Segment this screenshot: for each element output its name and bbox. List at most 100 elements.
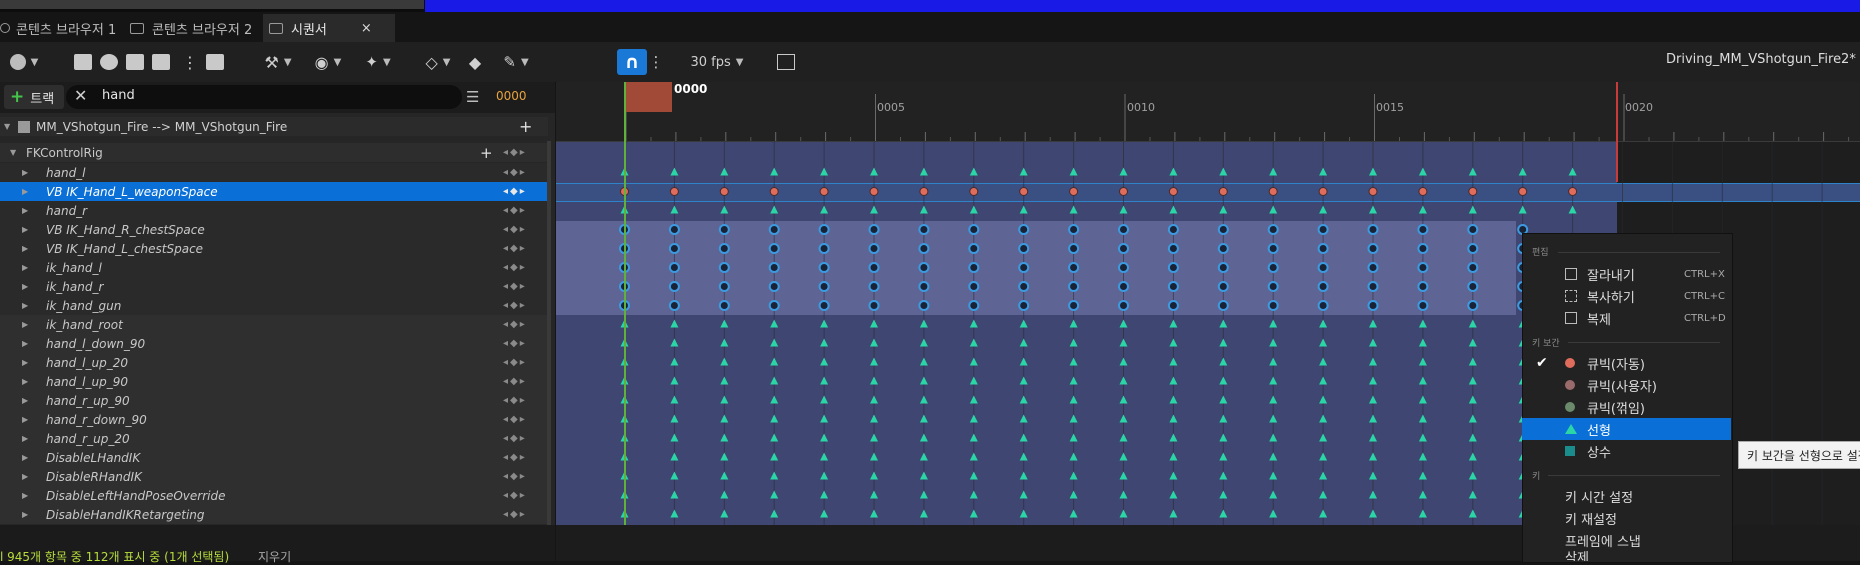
fps-dropdown[interactable]: 30 fps ▼ [686,51,748,73]
menu-item-cubic-break[interactable]: 큐빅(꺾임) [1522,396,1731,418]
menu-item-constant[interactable]: 상수 [1522,440,1731,462]
key-nav-controls[interactable]: ◂◆▸ [503,205,527,216]
outliner-scrollbar[interactable] [547,141,551,525]
track-row[interactable]: ▶ DisableRHandIK ◂◆▸ [0,467,548,486]
expand-arrow-icon[interactable]: ▶ [22,510,32,519]
control-rig-row[interactable]: ▼ FKControlRig + ◂◆▸ [0,143,548,162]
hierarchy-button[interactable] [206,51,224,73]
expand-arrow-icon[interactable]: ▼ [4,122,14,131]
key-nav-controls[interactable]: ◂◆▸ [503,224,527,235]
current-frame[interactable]: 0000 [496,89,527,103]
key-nav-controls[interactable]: ◂◆▸ [503,452,527,463]
tab-content-browser-2[interactable]: 콘텐츠 브라우저 2 [130,14,260,42]
track-row[interactable]: ▶ hand_r_up_90 ◂◆▸ [0,391,548,410]
playback-end-marker[interactable] [1616,82,1618,182]
expand-arrow-icon[interactable]: ▶ [22,282,32,291]
key-nav-controls[interactable]: ◂◆▸ [503,281,527,292]
snap-toggle-button[interactable]: ∩ [617,49,647,75]
track-row[interactable]: ▶ hand_l_down_90 ◂◆▸ [0,334,548,353]
menu-item-duplicate[interactable]: 복제 CTRL+D [1522,307,1731,329]
key-nav-controls[interactable]: ◂◆▸ [503,357,527,368]
menu-item-snap-to-frames[interactable]: 프레임에 스냅 [1522,529,1731,551]
world-settings-button[interactable]: ▼ [4,51,44,73]
track-row[interactable]: ▶ ik_hand_gun ◂◆▸ [0,296,548,315]
expand-arrow-icon[interactable]: ▶ [22,434,32,443]
track-row[interactable]: ▶ ik_hand_r ◂◆▸ [0,277,548,296]
expand-arrow-icon[interactable]: ▶ [22,377,32,386]
snap-options-button[interactable]: ⋮ [649,51,664,73]
track-row[interactable]: ▶ hand_l_up_20 ◂◆▸ [0,353,548,372]
menu-item-linear[interactable]: 선형 [1522,418,1731,440]
add-icon[interactable]: + [519,117,532,136]
playback-start-marker[interactable] [624,82,626,561]
key-nav-controls[interactable]: ◂◆▸ [503,414,527,425]
tools-button[interactable]: ⚒ ▼ [258,51,298,73]
expand-arrow-icon[interactable]: ▶ [22,415,32,424]
menu-item-cubic-user[interactable]: 큐빅(사용자) [1522,374,1731,396]
close-icon[interactable]: × [361,21,372,36]
expand-arrow-icon[interactable]: ▶ [22,206,32,215]
search-value[interactable]: hand [102,88,135,103]
clapper-button[interactable] [152,51,170,73]
menu-item-rekey[interactable]: 키 재설정 [1522,507,1731,529]
add-track-button[interactable]: + 트랙 [4,85,65,109]
expand-arrow-icon[interactable]: ▶ [22,244,32,253]
expand-arrow-icon[interactable]: ▶ [22,301,32,310]
key-nav-controls[interactable]: ◂◆▸ [503,338,527,349]
expand-arrow-icon[interactable]: ▶ [22,453,32,462]
track-row[interactable]: ▶ hand_r_down_90 ◂◆▸ [0,410,548,429]
key-nav-controls[interactable]: ◂◆▸ [503,262,527,273]
view-options-button[interactable]: ◉ ▼ [308,51,348,73]
menu-item-delete[interactable]: 삭제 [1522,551,1731,561]
track-row[interactable]: ▶ hand_r ◂◆▸ [0,201,548,220]
key-nav-controls[interactable]: ◂◆▸ [503,243,527,254]
key-nav-controls[interactable]: ◂◆▸ [503,186,527,197]
expand-arrow-icon[interactable]: ▶ [22,187,32,196]
expand-arrow-icon[interactable]: ▶ [22,320,32,329]
tab-content-browser-1[interactable]: 콘텐츠 브라우저 1 [0,14,120,42]
track-row[interactable]: ▶ hand_l_up_90 ◂◆▸ [0,372,548,391]
key-nav-controls[interactable]: ◂◆▸ [503,376,527,387]
more-options-button[interactable]: ⋮ [180,51,200,73]
save-button[interactable] [74,51,92,73]
track-row[interactable]: ▶ DisableHandIKRetargeting ◂◆▸ [0,505,548,524]
curve-editor-button[interactable] [776,51,796,73]
track-row[interactable]: ▶ VB IK_Hand_L_chestSpace ◂◆▸ [0,239,548,258]
menu-item-set-key-time[interactable]: 키 시간 설정 [1522,485,1731,507]
expand-arrow-icon[interactable]: ▶ [22,339,32,348]
menu-item-copy[interactable]: 복사하기 CTRL+C [1522,285,1731,307]
edit-mode-button[interactable]: ✎ ▼ [496,51,536,73]
expand-arrow-icon[interactable]: ▼ [10,148,20,157]
expand-arrow-icon[interactable]: ▶ [22,263,32,272]
menu-item-cut[interactable]: 잘라내기 CTRL+X [1522,263,1731,285]
key-nav-controls[interactable]: ◂◆▸ [503,433,527,444]
tab-sequencer[interactable]: 시퀀서 × [263,14,395,42]
clear-search-icon[interactable]: ✕ [74,86,87,105]
track-row[interactable]: ▶ hand_r_up_20 ◂◆▸ [0,429,548,448]
key-nav-controls[interactable]: ◂◆▸ [503,147,527,158]
expand-arrow-icon[interactable]: ▶ [22,396,32,405]
track-row[interactable]: ▶ DisableLeftHandPoseOverride ◂◆▸ [0,486,548,505]
expand-arrow-icon[interactable]: ▶ [22,225,32,234]
expand-arrow-icon[interactable]: ▶ [22,168,32,177]
track-row[interactable]: ▶ ik_hand_root ◂◆▸ [0,315,548,334]
key-nav-controls[interactable]: ◂◆▸ [503,319,527,330]
key-nav-controls[interactable]: ◂◆▸ [503,490,527,501]
menu-item-cubic-auto[interactable]: ✔ 큐빅(자동) [1522,352,1731,374]
key-nav-controls[interactable]: ◂◆▸ [503,509,527,520]
render-movie-button[interactable] [126,51,144,73]
track-row[interactable]: ▶ ik_hand_l ◂◆▸ [0,258,548,277]
expand-arrow-icon[interactable]: ▶ [22,491,32,500]
key-nav-controls[interactable]: ◂◆▸ [503,395,527,406]
playback-options-button[interactable]: ✦ ▼ [358,51,398,73]
key-nav-controls[interactable]: ◂◆▸ [503,167,527,178]
track-row[interactable]: ▶ DisableLHandIK ◂◆▸ [0,448,548,467]
key-group-button[interactable]: ◇ ▼ [418,51,458,73]
track-row[interactable]: ▶ VB IK_Hand_R_chestSpace ◂◆▸ [0,220,548,239]
playhead-handle[interactable] [626,82,672,112]
expand-arrow-icon[interactable]: ▶ [22,358,32,367]
auto-key-button[interactable]: ◆ [465,51,485,73]
key-nav-controls[interactable]: ◂◆▸ [503,300,527,311]
add-icon[interactable]: + [480,144,493,162]
browse-button[interactable] [100,51,118,73]
